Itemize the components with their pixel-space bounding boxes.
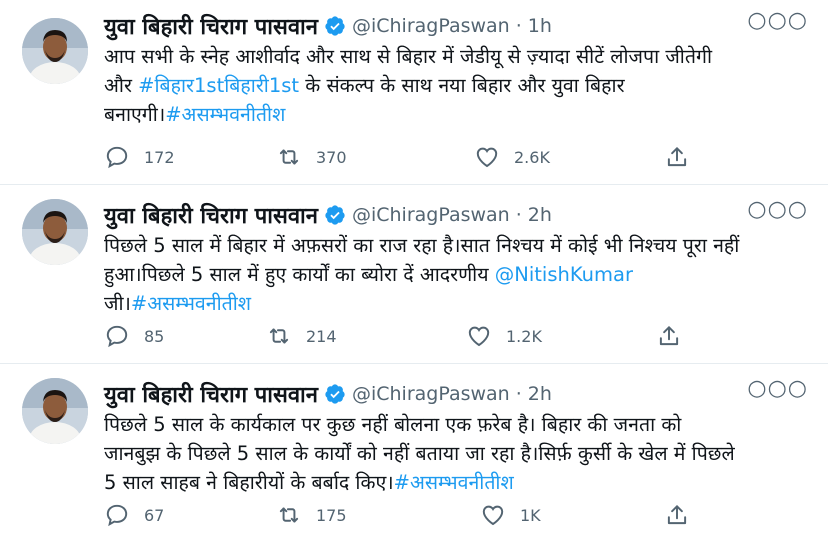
mention-link[interactable]: @NitishKumar: [495, 263, 633, 286]
author-name[interactable]: युवा बिहारी चिराग पासवान: [104, 379, 318, 409]
share-icon: [656, 323, 682, 349]
tweet-text-segment: पिछले 5 साल के कार्यकाल पर कुछ नहीं बोलन…: [104, 413, 682, 436]
tweet-text: पिछले 5 साल में बिहार में अफ़सरों का राज…: [104, 231, 809, 318]
reply-icon: [104, 144, 130, 170]
verified-badge-icon: [324, 15, 346, 37]
tweet[interactable]: युवा बिहारी चिराग पासवान @iChiragPaswan …: [0, 364, 828, 541]
tweet-text: पिछले 5 साल के कार्यकाल पर कुछ नहीं बोलन…: [104, 410, 809, 497]
tweet-text-line: पिछले 5 साल के कार्यकाल पर कुछ नहीं बोलन…: [104, 410, 809, 439]
hashtag-link[interactable]: #बिहार1stबिहारी1st: [138, 74, 299, 97]
avatar[interactable]: [22, 18, 88, 84]
tweet-text-line: पिछले 5 साल में बिहार में अफ़सरों का राज…: [104, 231, 809, 260]
separator-dot: ·: [515, 204, 522, 226]
tweet-text-segment: 5 साल साहब ने बिहारीयों के बर्बाद किए।: [104, 471, 394, 494]
separator-dot: ·: [515, 383, 522, 405]
avatar[interactable]: [22, 378, 88, 444]
more-options-icon[interactable]: ○○○: [747, 10, 808, 32]
tweet-text-segment: और: [104, 74, 139, 97]
retweet-button[interactable]: 214: [266, 323, 337, 349]
avatar[interactable]: [22, 199, 88, 265]
retweet-count: 370: [316, 147, 347, 167]
retweet-count: 214: [306, 326, 337, 346]
retweet-icon: [266, 323, 292, 349]
more-options-icon[interactable]: ○○○: [747, 378, 808, 400]
retweet-button[interactable]: 175: [276, 502, 347, 528]
tweet-text-line: हुआ।पिछले 5 साल में हुए कार्यों का ब्योर…: [104, 260, 809, 289]
author-handle[interactable]: @iChiragPaswan: [352, 204, 510, 226]
tweet-header: युवा बिहारी चिराग पासवान @iChiragPaswan …: [104, 378, 552, 410]
tweet-text-segment: बनाएगी।: [104, 103, 166, 126]
author-name[interactable]: युवा बिहारी चिराग पासवान: [104, 11, 318, 41]
tweet-text-line: और #बिहार1stबिहारी1st के संकल्प के साथ न…: [104, 71, 809, 100]
tweet-text-segment: जी।: [104, 292, 131, 315]
like-button[interactable]: 1K: [480, 502, 541, 528]
tweet-text-segment: आप सभी के स्नेह आशीर्वाद और साथ से बिहार…: [104, 45, 712, 68]
retweet-count: 175: [316, 505, 347, 525]
share-icon: [664, 144, 690, 170]
hashtag-link[interactable]: #असम्भवनीतीश: [394, 471, 514, 494]
tweet[interactable]: युवा बिहारी चिराग पासवान @iChiragPaswan …: [0, 0, 828, 184]
reply-count: 67: [144, 505, 165, 525]
reply-count: 85: [144, 326, 165, 346]
verified-badge-icon: [324, 204, 346, 226]
tweet-header: युवा बिहारी चिराग पासवान @iChiragPaswan …: [104, 10, 552, 42]
tweet-feed: युवा बिहारी चिराग पासवान @iChiragPaswan …: [0, 0, 828, 541]
like-button[interactable]: 2.6K: [474, 144, 550, 170]
tweet-text-line: बनाएगी।#असम्भवनीतीश: [104, 100, 809, 129]
tweet[interactable]: युवा बिहारी चिराग पासवान @iChiragPaswan …: [0, 185, 828, 363]
share-button[interactable]: [656, 323, 682, 349]
retweet-icon: [276, 144, 302, 170]
tweet-timestamp[interactable]: 1h: [528, 15, 552, 37]
like-count: 2.6K: [514, 147, 550, 167]
tweet-text-segment: पिछले 5 साल में बिहार में अफ़सरों का राज…: [104, 234, 740, 257]
tweet-text-line: जानबुझ के पिछले 5 साल के कार्यों को नहीं…: [104, 439, 809, 468]
share-button[interactable]: [664, 144, 690, 170]
retweet-button[interactable]: 370: [276, 144, 347, 170]
reply-icon: [104, 323, 130, 349]
like-button[interactable]: 1.2K: [466, 323, 542, 349]
reply-button[interactable]: 67: [104, 502, 164, 528]
tweet-text: आप सभी के स्नेह आशीर्वाद और साथ से बिहार…: [104, 42, 809, 129]
share-icon: [664, 502, 690, 528]
like-icon: [480, 502, 506, 528]
reply-button[interactable]: 172: [104, 144, 175, 170]
tweet-timestamp[interactable]: 2h: [528, 204, 552, 226]
reply-count: 172: [144, 147, 175, 167]
author-name[interactable]: युवा बिहारी चिराग पासवान: [104, 200, 318, 230]
hashtag-link[interactable]: #असम्भवनीतीश: [165, 103, 285, 126]
tweet-text-line: जी।#असम्भवनीतीश: [104, 289, 809, 318]
retweet-icon: [276, 502, 302, 528]
like-icon: [474, 144, 500, 170]
share-button[interactable]: [664, 502, 690, 528]
author-handle[interactable]: @iChiragPaswan: [352, 15, 510, 37]
more-options-icon[interactable]: ○○○: [747, 199, 808, 221]
tweet-header: युवा बिहारी चिराग पासवान @iChiragPaswan …: [104, 199, 552, 231]
author-handle[interactable]: @iChiragPaswan: [352, 383, 510, 405]
like-count: 1K: [520, 505, 541, 525]
tweet-text-segment: के संकल्प के साथ नया बिहार और युवा बिहार: [299, 74, 625, 97]
like-count: 1.2K: [506, 326, 542, 346]
tweet-text-segment: जानबुझ के पिछले 5 साल के कार्यों को नहीं…: [104, 442, 735, 465]
tweet-timestamp[interactable]: 2h: [528, 383, 552, 405]
like-icon: [466, 323, 492, 349]
verified-badge-icon: [324, 383, 346, 405]
tweet-text-line: आप सभी के स्नेह आशीर्वाद और साथ से बिहार…: [104, 42, 809, 71]
reply-icon: [104, 502, 130, 528]
hashtag-link[interactable]: #असम्भवनीतीश: [131, 292, 251, 315]
separator-dot: ·: [515, 15, 522, 37]
tweet-text-segment: हुआ।पिछले 5 साल में हुए कार्यों का ब्योर…: [104, 263, 495, 286]
tweet-text-line: 5 साल साहब ने बिहारीयों के बर्बाद किए।#अ…: [104, 468, 809, 497]
reply-button[interactable]: 85: [104, 323, 164, 349]
